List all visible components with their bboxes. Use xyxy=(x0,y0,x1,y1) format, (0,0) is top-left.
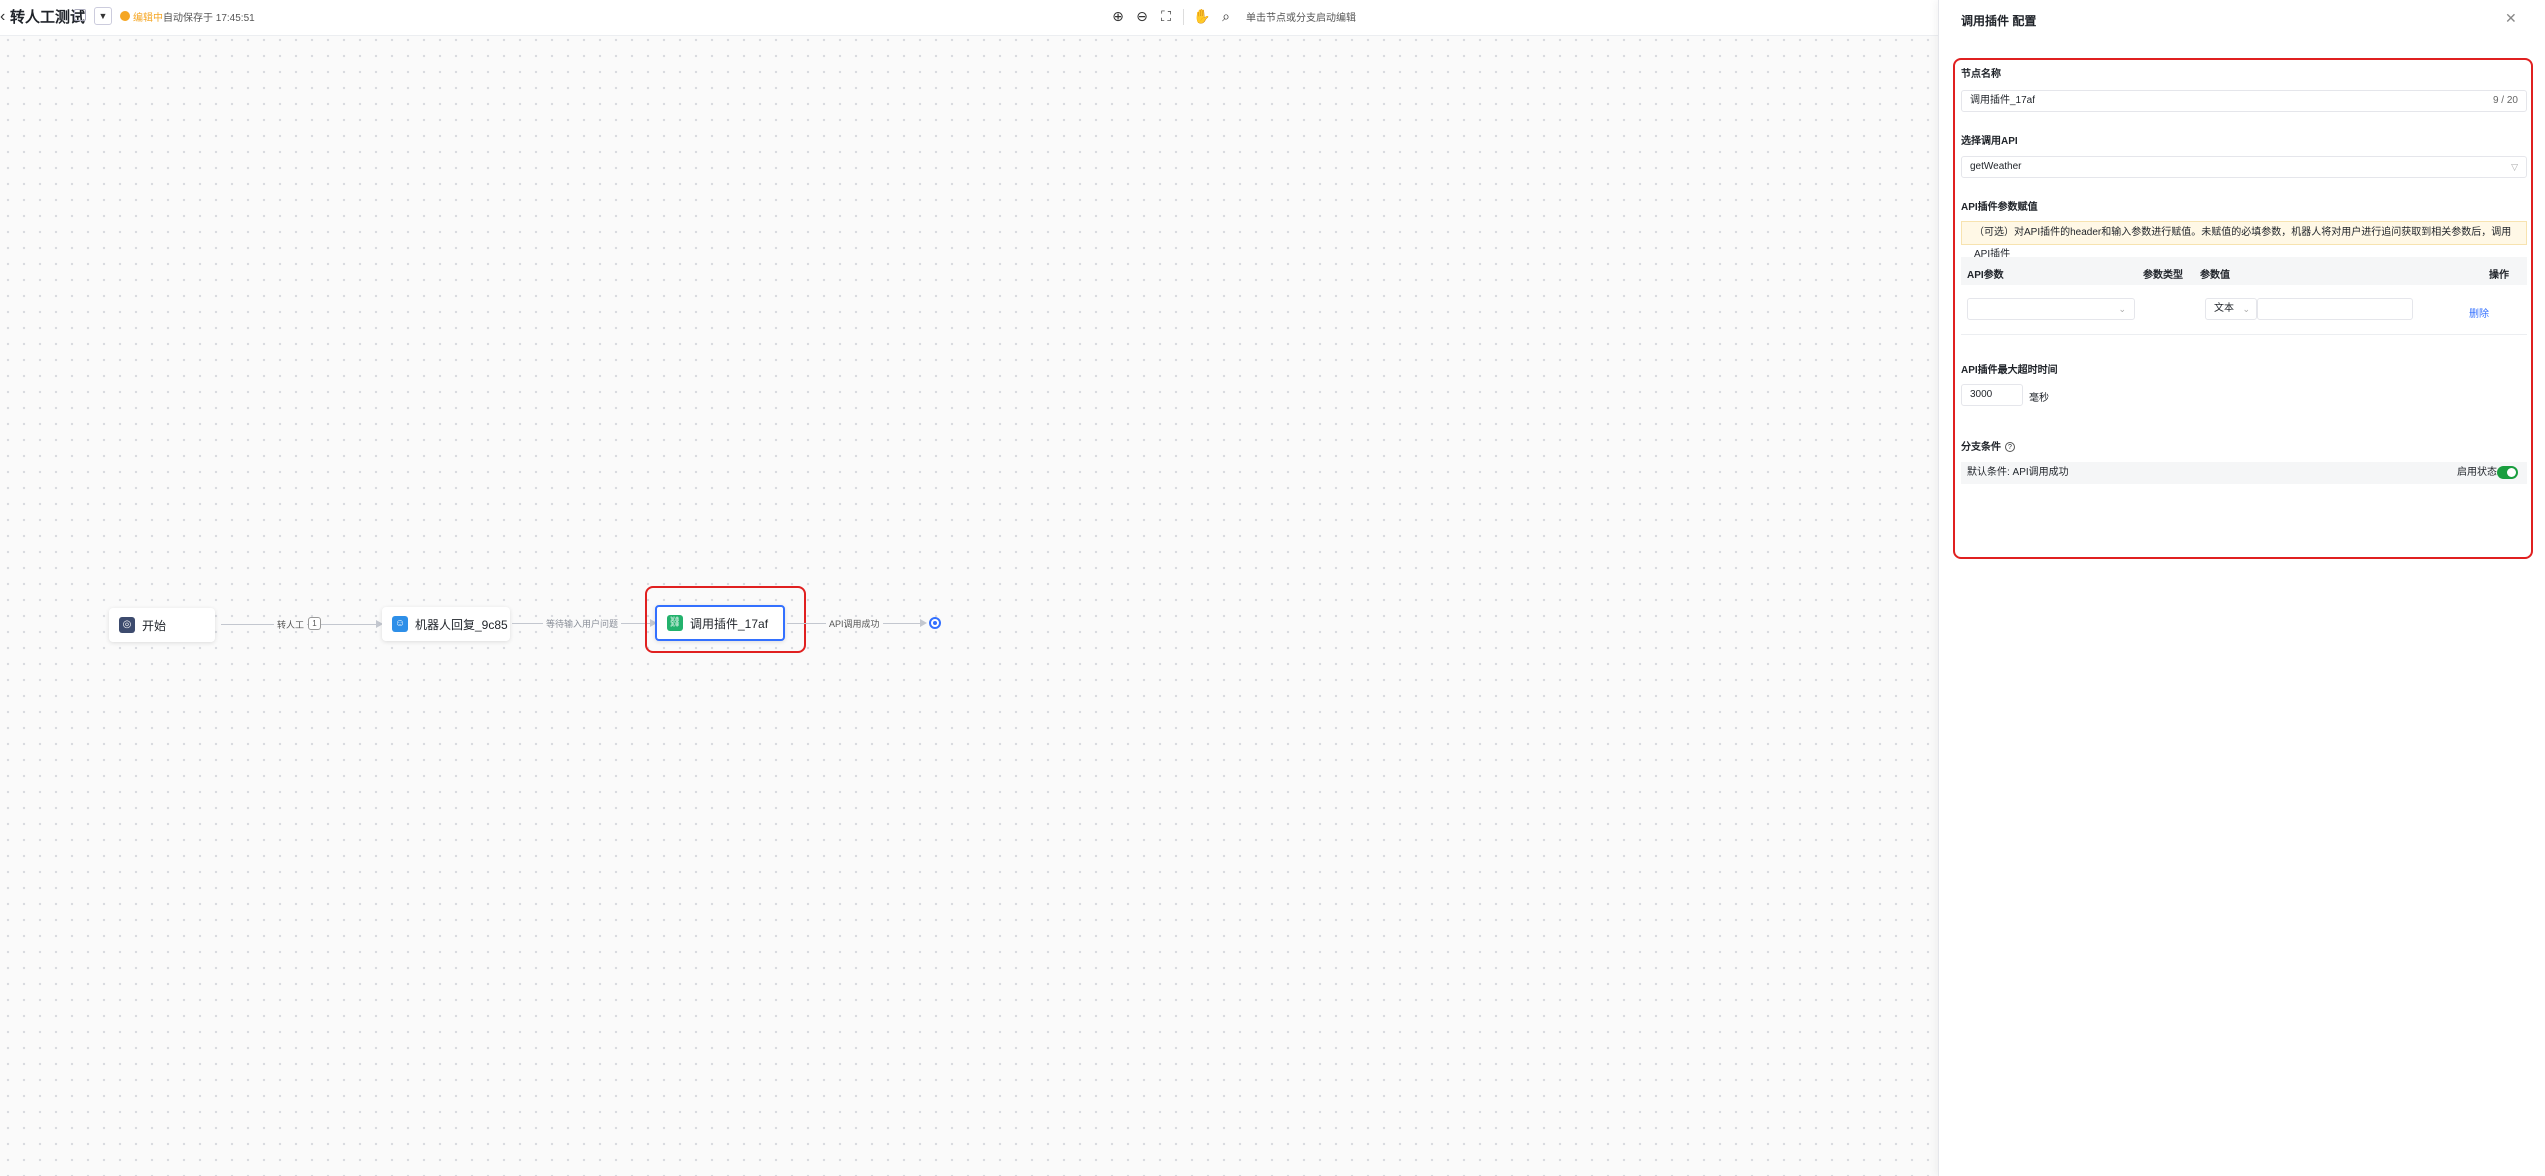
version-dropdown-button[interactable]: ▼ xyxy=(94,7,112,25)
branch-condition-label: 分支条件? xyxy=(1961,438,2015,453)
arrow-icon xyxy=(920,619,927,627)
timeout-unit: 毫秒 xyxy=(2029,393,2049,404)
value-type-value: 文本 xyxy=(2214,303,2234,314)
zoom-out-icon[interactable]: ⊖ xyxy=(1133,7,1151,25)
chevron-left-icon[interactable]: ‹ xyxy=(0,8,5,26)
edge-label-api-success: API调用成功 xyxy=(826,617,883,630)
chevron-down-icon: ⌄ xyxy=(2242,304,2250,314)
delete-row-button[interactable]: 删除 xyxy=(2469,305,2489,320)
autosave-time: 自动保存于 17:45:51 xyxy=(163,13,255,24)
branch-endpoint-icon[interactable] xyxy=(929,617,941,629)
node-name-label: 节点名称 xyxy=(1961,69,2001,80)
edge-label-transfer: 转人工 xyxy=(274,618,308,631)
search-node-icon[interactable]: ⌕ xyxy=(1217,7,1235,25)
help-icon[interactable]: ? xyxy=(2005,442,2015,452)
col-action: 操作 xyxy=(2489,270,2509,281)
params-label: API插件参数赋值 xyxy=(1961,202,2038,213)
enable-toggle[interactable] xyxy=(2497,466,2518,479)
api-param-select[interactable]: ⌄ xyxy=(1967,298,2135,320)
edit-hint: 单击节点或分支启动编辑 xyxy=(1246,13,1356,24)
top-toolbar: ‹ 转人工测试 ▼ 编辑中 自动保存于 17:45:51 ⊕ ⊖ ⛶ ✋ ⌕ 单… xyxy=(0,0,1938,36)
timeout-input[interactable]: 3000 xyxy=(1961,384,2023,406)
robot-icon: ☺ xyxy=(392,616,408,632)
param-value-input[interactable] xyxy=(2257,298,2413,320)
bot-reply-node-label: 机器人回复_9c85 xyxy=(415,617,508,632)
value-type-select[interactable]: 文本 ⌄ xyxy=(2205,298,2257,320)
col-param-type: 参数类型 xyxy=(2143,270,2183,281)
close-icon[interactable]: ✕ xyxy=(2505,10,2517,27)
start-node-label: 开始 xyxy=(142,618,167,633)
panel-title: 调用插件 配置 xyxy=(1961,14,2037,28)
api-select-label: 选择调用API xyxy=(1961,136,2018,147)
config-panel: 调用插件 配置 ✕ 节点名称 调用插件_17af 9 / 20 选择调用API … xyxy=(1938,0,2545,1176)
params-notice: （可选）对API插件的header和输入参数进行赋值。未赋值的必填参数，机器人将… xyxy=(1961,221,2527,260)
params-table-header: API参数 参数类型 参数值 操作 xyxy=(1961,257,2527,285)
node-name-value: 调用插件_17af xyxy=(1970,95,2036,106)
hand-icon[interactable]: ✋ xyxy=(1193,7,1211,25)
chevron-down-icon: ⌄ xyxy=(2118,304,2126,314)
zoom-in-icon[interactable]: ⊕ xyxy=(1109,7,1127,25)
default-condition-text: 默认条件: API调用成功 xyxy=(1967,467,2069,478)
fit-screen-icon[interactable]: ⛶ xyxy=(1157,7,1175,25)
node-name-input[interactable]: 调用插件_17af 9 / 20 xyxy=(1961,90,2527,112)
start-icon: ◎ xyxy=(119,617,135,633)
col-api-param: API参数 xyxy=(1967,270,2004,281)
plugin-link-icon: ⛓ xyxy=(667,615,683,631)
table-divider xyxy=(1961,334,2527,335)
edge-label-wait-input: 等待输入用户问题 xyxy=(543,617,622,630)
timeout-label: API插件最大超时时间 xyxy=(1961,365,2058,376)
default-condition-row: 默认条件: API调用成功 启用状态: xyxy=(1961,462,2527,484)
col-param-value: 参数值 xyxy=(2200,270,2230,281)
editing-status-icon xyxy=(120,11,130,21)
edge-badge-count: 1 xyxy=(308,617,321,630)
chevron-down-icon: ▽ xyxy=(2511,162,2518,172)
start-node[interactable]: ◎ 开始 xyxy=(109,608,215,642)
enable-status-label: 启用状态: xyxy=(2457,467,2500,478)
bot-reply-node[interactable]: ☺ 机器人回复_9c85 xyxy=(382,607,510,641)
editing-status: 编辑中 xyxy=(133,13,163,24)
branch-condition-text: 分支条件 xyxy=(1961,442,2001,453)
edit-title-icon[interactable] xyxy=(74,9,86,21)
timeout-value: 3000 xyxy=(1970,389,1993,400)
plugin-node-label: 调用插件_17af xyxy=(690,616,769,631)
flow-canvas[interactable] xyxy=(0,0,1938,1176)
api-select[interactable]: getWeather ▽ xyxy=(1961,156,2527,178)
node-name-char-count: 9 / 20 xyxy=(2492,95,2518,106)
plugin-node[interactable]: ⛓ 调用插件_17af xyxy=(655,605,785,641)
api-select-value: getWeather xyxy=(1970,161,2022,172)
toolbar-divider xyxy=(1183,9,1184,25)
